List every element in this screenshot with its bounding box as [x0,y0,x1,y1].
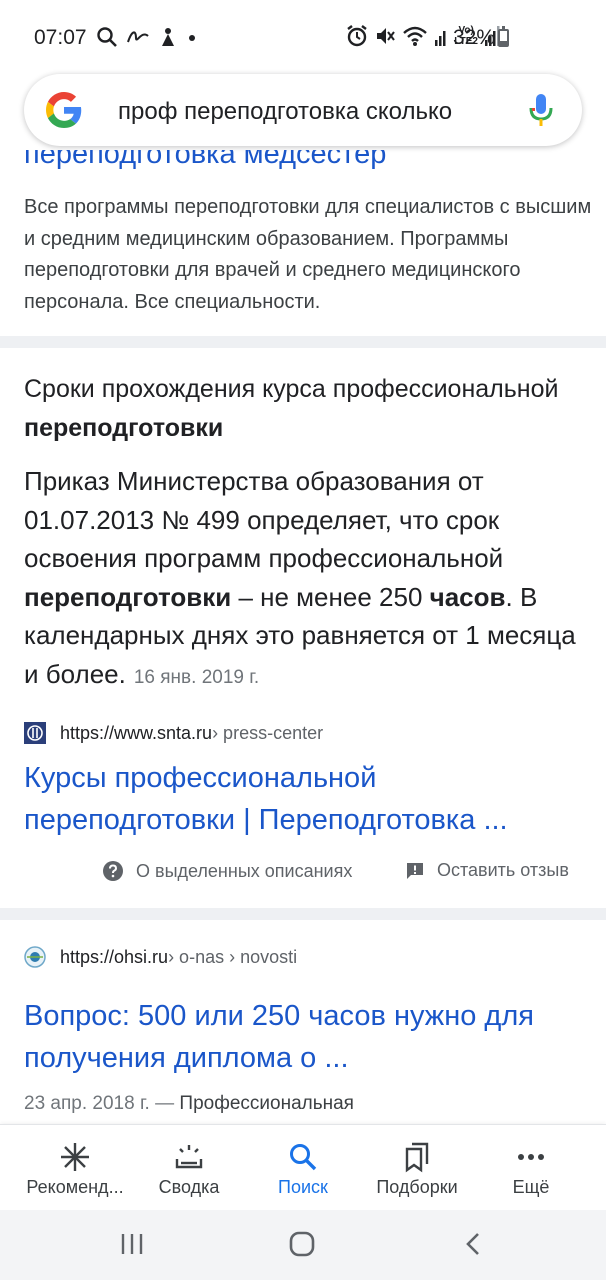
snta-favicon-icon [24,722,46,744]
result-snippet: Все программы переподготовки для специал… [24,196,592,313]
search-input[interactable]: проф переподготовка сколько [118,98,518,126]
asterisk-icon [61,1143,89,1171]
result-date: 23 апр. 2018 г. [24,1093,150,1114]
signal-icon [435,31,446,46]
about-featured-snippets-link[interactable]: О выделенных описаниях [102,860,352,882]
leave-feedback-link[interactable]: Оставить отзыв [405,860,569,881]
section-divider [0,336,606,348]
dot-icon [189,35,195,41]
nav-item-summary[interactable]: Сводка [129,1125,249,1211]
result-title-link[interactable]: переподготовка медсестер [24,150,386,171]
wifi-icon [403,26,428,46]
nav-item-more[interactable]: Ещё [471,1125,591,1211]
battery-icon [498,26,509,47]
battery-percentage: 32% [453,26,496,49]
help-circle-icon [103,861,123,881]
notification-icon [162,28,174,46]
search-icon [97,27,117,47]
mute-icon [377,28,396,44]
section-divider [0,908,606,920]
google-logo-icon[interactable] [46,92,82,128]
microphone-icon[interactable] [527,92,555,128]
featured-result-title-link[interactable]: Курсы профессиональной переподготовки | … [24,757,590,841]
more-dots-icon [518,1154,544,1160]
featured-snippet-heading: Сроки прохождения курса профессиональной… [24,375,559,442]
search-result-1: переподготовка медсестер Все программы п… [0,150,606,336]
ohsi-favicon-icon [24,946,46,968]
source-row[interactable]: https://www.snta.ru › press-center [24,722,323,744]
scribble-icon [127,31,149,43]
system-navigation-bar [0,1210,606,1280]
source-row[interactable]: https://ohsi.ru › o-nas › novosti [24,946,297,968]
recent-apps-icon[interactable] [118,1230,146,1258]
nav-item-recommendations[interactable]: Рекоменд... [15,1125,135,1211]
alarm-icon [347,25,368,47]
nav-item-search[interactable]: Поиск [243,1125,363,1211]
result-title-link[interactable]: Вопрос: 500 или 250 часов нужно для полу… [24,995,590,1079]
home-icon[interactable] [288,1230,316,1258]
featured-snippet-body: Приказ Министерства образования от 01.07… [24,466,576,689]
source-path: › press-center [212,722,324,743]
sunrise-icon [175,1145,203,1169]
collections-icon [405,1142,429,1173]
source-path: › o-nas › novosti [168,946,298,967]
source-url: https://www.snta.ru [60,722,213,743]
search-bar[interactable]: проф переподготовка сколько [24,74,582,146]
nav-item-collections[interactable]: Подборки [357,1125,477,1211]
feedback-icon [407,862,423,879]
search-icon [290,1144,317,1171]
result-snippet: 23 апр. 2018 г. — Профессиональная [24,1093,354,1114]
status-time: 07:07 [34,26,87,49]
snippet-date: 16 янв. 2019 г. [133,666,260,688]
bottom-navigation: Рекоменд... Сводка Поиск Подборки Ещё [0,1124,606,1210]
back-icon[interactable] [460,1230,488,1258]
status-bar: 07:07 Vo) LTE2 32% [0,0,606,76]
source-url: https://ohsi.ru [60,946,169,967]
